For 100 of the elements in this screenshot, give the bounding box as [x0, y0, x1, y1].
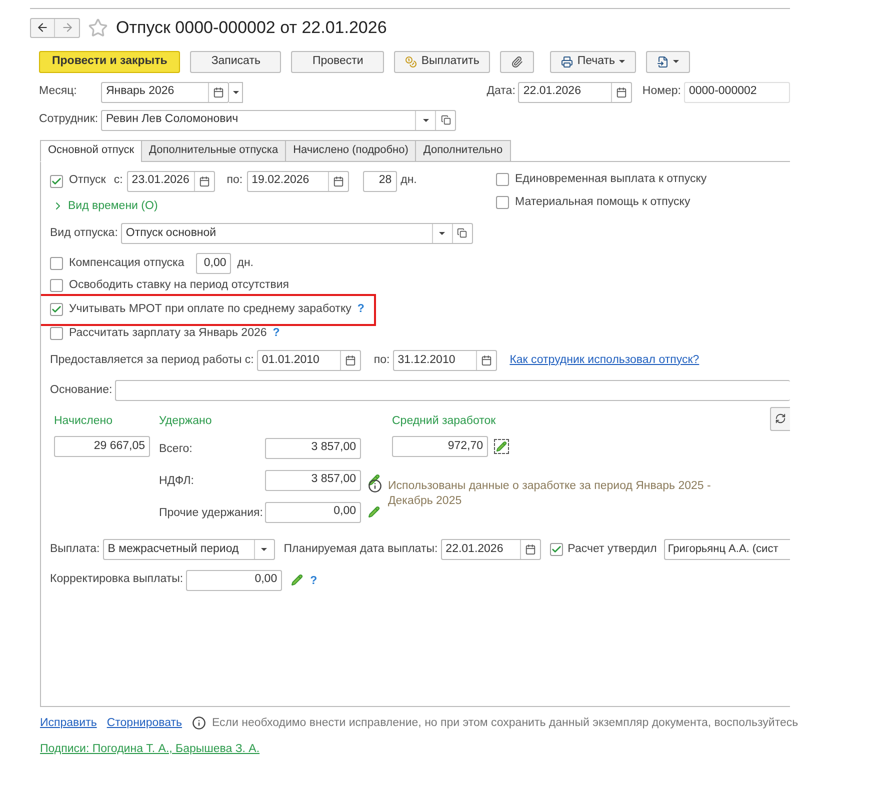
vacation-usage-link[interactable]: Как сотрудник использовал отпуск? [510, 352, 700, 369]
amount-field[interactable]: 3 857,00 [265, 438, 361, 458]
approver-field[interactable]: Григорьянц А.А. (сист [664, 539, 790, 560]
field-label: Дата: [486, 84, 516, 100]
field-label: Вид отпуска: [50, 226, 118, 241]
checkbox[interactable] [496, 196, 509, 209]
info-text: Использованы данные о заработке за период Январь 2025 - Декабрь 2025 [388, 479, 712, 509]
field-label: Выплата: [50, 542, 100, 557]
attach-button[interactable] [500, 50, 534, 72]
help-link[interactable]: ? [357, 301, 364, 318]
footer-link[interactable]: Исправить [40, 714, 97, 732]
tab[interactable]: Дополнительные отпуска [141, 140, 286, 162]
checkbox[interactable] [50, 257, 63, 270]
spin-button[interactable] [229, 82, 243, 102]
period-end-field[interactable]: 31.12.2010 [392, 350, 497, 371]
export-button[interactable] [646, 50, 690, 72]
document-arrow-icon [657, 56, 669, 68]
paperclip-icon [511, 56, 524, 68]
calendar-icon [480, 354, 492, 366]
pencil-icon[interactable] [368, 474, 380, 486]
amount-field[interactable]: 3 857,00 [265, 470, 361, 490]
checkbox[interactable] [50, 174, 63, 188]
calendar-icon [213, 86, 224, 98]
basis-field[interactable] [115, 380, 790, 401]
period-start-field[interactable]: 01.01.2010 [256, 350, 361, 371]
edit-button[interactable] [494, 439, 509, 454]
unit-label: дн. [237, 256, 254, 272]
refresh-icon [775, 413, 786, 424]
field-label: Прочие удержания: [159, 507, 263, 519]
checkbox-label: Компенсация отпуска [69, 256, 184, 272]
end-date-field[interactable]: 19.02.2026 [246, 170, 349, 192]
tab[interactable]: Дополнительно [415, 140, 511, 162]
employee-field[interactable]: Ревин Лев Соломонович [101, 110, 456, 130]
toolbar-button[interactable]: Провести [291, 50, 384, 72]
signatures-link[interactable]: Подписи: Погодина Т. А., Барышева З. А. [40, 740, 260, 758]
refresh-button[interactable] [770, 406, 790, 431]
checkbox[interactable] [550, 543, 563, 556]
checkbox[interactable] [50, 279, 63, 292]
pay-button[interactable]: Выплатить [394, 50, 490, 72]
accrued-field[interactable]: 29 667,05 [54, 436, 150, 457]
checkbox[interactable] [50, 303, 63, 316]
checkbox[interactable] [50, 327, 63, 340]
checkbox-label: Рассчитать зарплату за Январь 2026 [69, 326, 267, 342]
section-heading: Начислено [54, 414, 114, 429]
start-date-field[interactable]: 23.01.2026 [126, 170, 215, 192]
info-icon [368, 479, 382, 493]
caret-icon [422, 118, 428, 122]
time-kind-toggle[interactable]: Вид времени (О) [52, 198, 158, 215]
payment-field[interactable]: В межрасчетный период [102, 539, 275, 560]
help-link[interactable]: ? [272, 325, 280, 342]
field-label: Сотрудник: [39, 112, 100, 128]
correction-field[interactable]: 0,00 [186, 570, 282, 590]
field-label: Номер: [642, 84, 681, 100]
unit-label: дн. [400, 173, 417, 188]
amount-field[interactable]: 0,00 [265, 502, 361, 522]
post-close-button[interactable]: Провести и закрыть [39, 50, 180, 72]
date-field[interactable]: 22.01.2026 [518, 82, 632, 102]
footer-link[interactable]: Сторнировать [106, 714, 182, 732]
info-text: Если необходимо внести исправление, но при этом сохранить данный экземпляр документа, воспользуйтесь [212, 716, 798, 730]
caret-icon [439, 232, 446, 235]
field-label: по: [374, 352, 390, 368]
tab[interactable]: Основной отпуск [40, 140, 142, 162]
field-label: Основание: [50, 382, 112, 398]
window-title: Отпуск 0000-000002 от 22.01.2026 [116, 17, 387, 39]
month-field[interactable]: Январь 2026 [101, 82, 229, 102]
average-earnings-field[interactable]: 972,70 [392, 436, 488, 457]
number-field[interactable]: 0000-000002 [684, 82, 790, 102]
checkbox-label: Расчет утвердил [568, 542, 657, 557]
favorite-star-icon[interactable] [88, 18, 108, 38]
days-field[interactable]: 28 [362, 170, 397, 192]
toolbar-button[interactable]: Записать [190, 50, 282, 72]
checkbox-label: Материальная помощь к отпуску [515, 194, 690, 210]
checkbox[interactable] [496, 172, 509, 186]
tab[interactable]: Начислено (подробно) [285, 140, 416, 162]
field-label: с: [114, 173, 123, 188]
checkbox-label: Учитывать МРОТ при оплате по среднему заработку [69, 302, 352, 318]
section-heading: Средний заработок [392, 414, 497, 429]
caret-icon [673, 60, 679, 63]
planned-date-field[interactable]: 22.01.2026 [440, 539, 541, 560]
field-label: Всего: [159, 443, 192, 455]
field-label: НДФЛ: [159, 475, 194, 487]
field-label: по: [226, 173, 243, 188]
help-link[interactable]: ? [310, 575, 318, 587]
calendar-icon [198, 176, 210, 186]
copy-icon [440, 115, 450, 125]
calendar-icon [332, 176, 344, 186]
calendar-icon [524, 544, 536, 555]
compensation-field[interactable]: 0,00 [196, 253, 232, 274]
vacation-type-field[interactable]: Отпуск основной [120, 222, 473, 244]
field-label: Предоставляется за период работы с: [50, 352, 254, 368]
field-label: Планируемая дата выплаты: [284, 542, 438, 557]
field-label: Корректировка выплаты: [50, 572, 184, 588]
forward-arrow-icon [60, 21, 74, 34]
checkbox-label: Отпуск [69, 173, 106, 188]
info-icon [192, 716, 206, 730]
back-arrow-icon [36, 21, 49, 34]
pencil-icon [496, 441, 507, 452]
print-button[interactable]: Печать [550, 50, 636, 72]
calendar-icon [344, 354, 356, 366]
caret-icon [261, 548, 268, 551]
